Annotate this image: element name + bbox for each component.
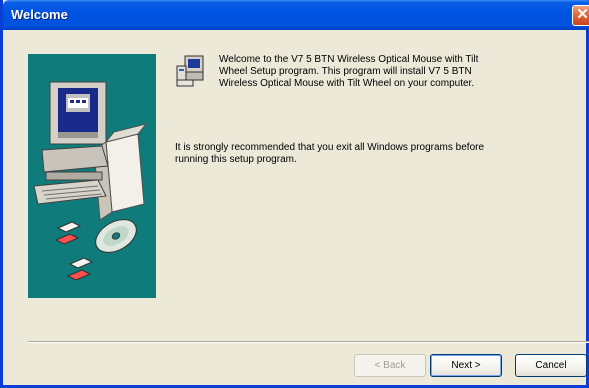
computer-box-cd-illustration [28,54,156,298]
title-bar[interactable]: Welcome [3,0,589,30]
close-icon: ✕ [576,6,589,23]
recommendation-message: It is strongly recommended that you exit… [175,142,485,165]
setup-window: Welcome ✕ Welcome to the V7 5 BTN Wirele… [0,0,589,388]
welcome-message: Welcome to the V7 5 BTN Wireless Optical… [219,54,479,89]
close-button[interactable]: ✕ [572,5,589,26]
back-button[interactable]: < Back [354,354,426,377]
window-title: Welcome [11,7,68,22]
footer-separator [28,341,589,343]
cancel-button[interactable]: Cancel [515,354,587,377]
computer-setup-icon [175,54,209,88]
next-button[interactable]: Next > [430,354,502,377]
